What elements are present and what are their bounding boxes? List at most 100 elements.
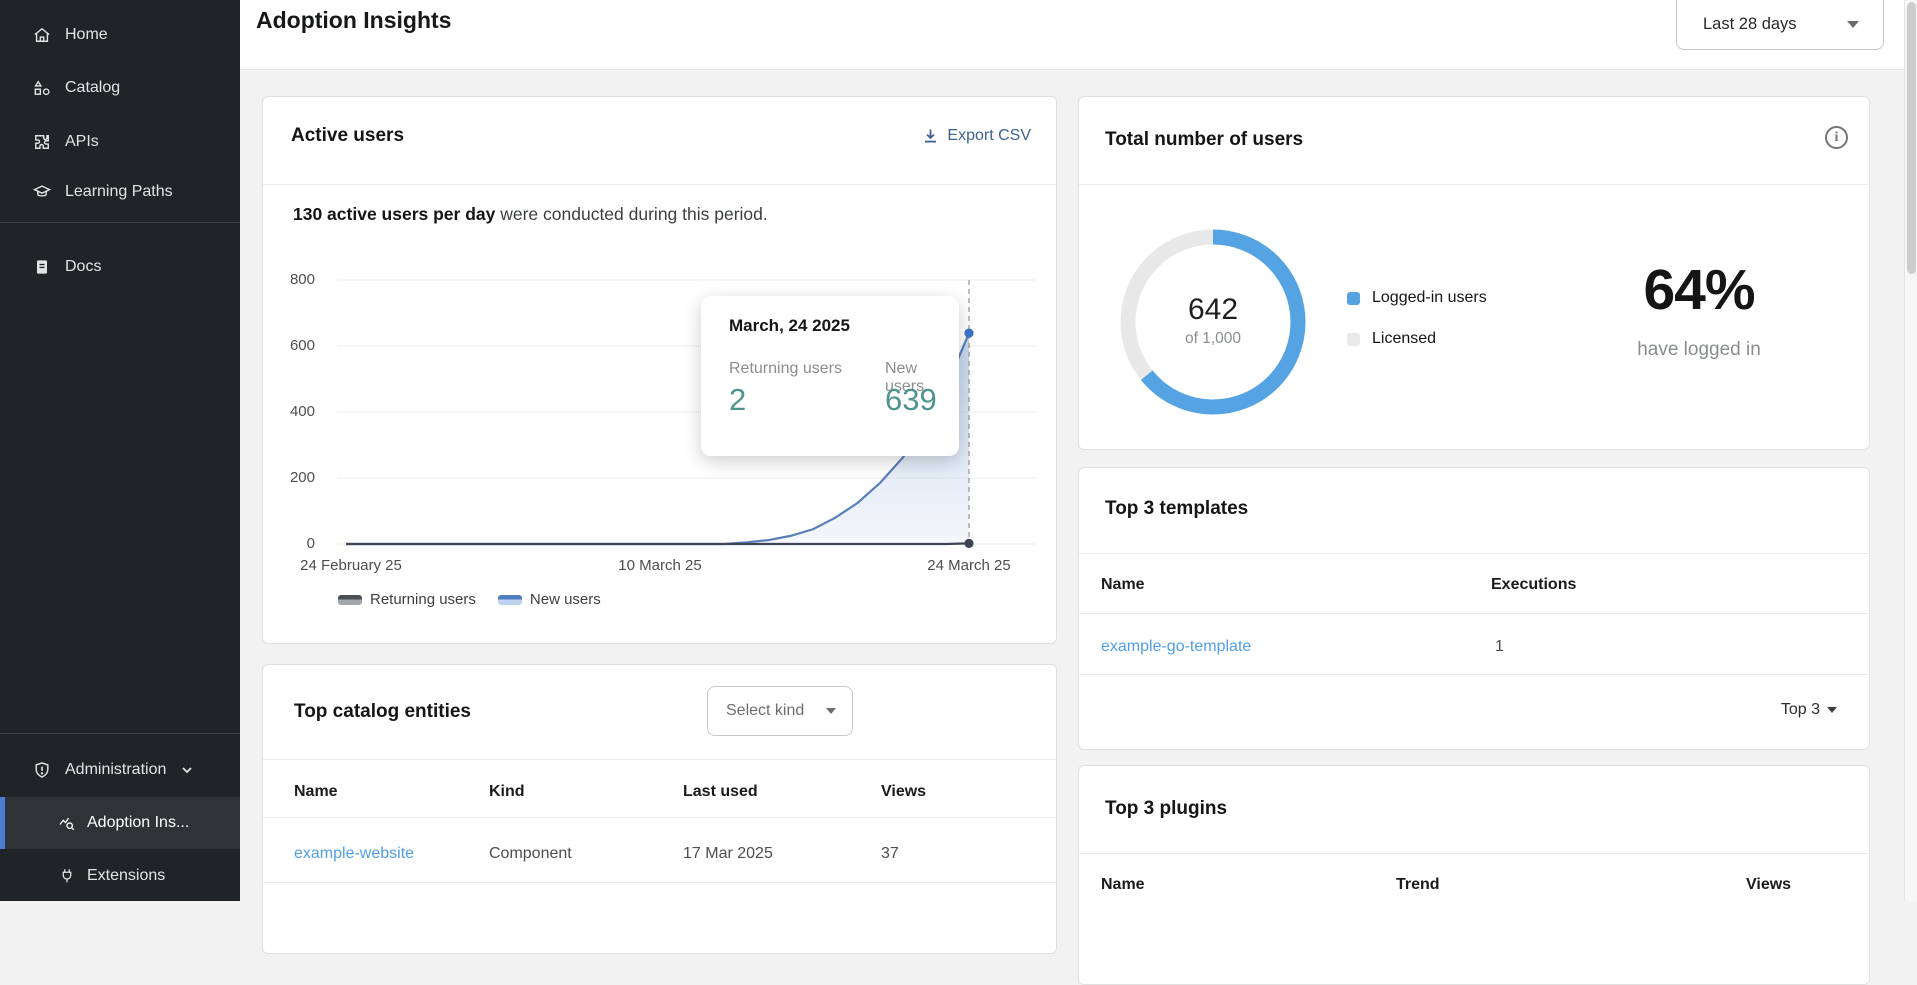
x-tick-1: 24 February 25 [286,557,416,574]
donut-center-label: 642 of 1,000 [1113,293,1313,348]
new-users-swatch [498,595,522,605]
percent-value: 64% [1569,257,1829,323]
sidebar-item-label: Adoption Ins... [87,814,189,832]
table-divider [263,817,1056,818]
donut-subvalue: of 1,000 [1113,330,1313,348]
sidebar-divider [0,222,240,223]
sidebar-item-administration[interactable]: Administration [0,744,240,796]
col-header-executions[interactable]: Executions [1491,576,1576,594]
sidebar-item-label: Learning Paths [65,183,173,201]
sidebar-item-home[interactable]: Home [0,9,240,61]
select-kind-label: Select kind [726,702,804,720]
page-header: Adoption Insights Last 28 days [240,0,1904,70]
table-divider [1079,613,1869,614]
legend-item-new[interactable]: New users [498,591,601,608]
table-divider [1079,674,1869,675]
active-item-indicator [0,797,5,849]
donut-value: 642 [1113,293,1313,327]
date-range-select[interactable]: Last 28 days [1676,0,1884,50]
card-divider [263,759,1056,760]
scrollbar-thumb[interactable] [1907,2,1916,274]
top-catalog-entities-card: Top catalog entities Select kind Name Ki… [262,664,1057,954]
top-templates-card: Top 3 templates Name Executions example-… [1078,467,1870,750]
catalog-entity-link[interactable]: example-website [294,845,414,863]
content-area: Active users Export CSV 130 active users… [240,70,1904,901]
col-header-name[interactable]: Name [1101,876,1145,894]
col-header-views[interactable]: Views [881,783,926,801]
sidebar-item-label: Docs [65,258,101,276]
donut-legend-label: Licensed [1372,330,1436,348]
logged-in-percent: 64% have logged in [1569,257,1829,361]
donut-legend-licensed: Licensed [1347,330,1436,348]
sidebar-item-apis[interactable]: APIs [0,116,240,168]
sidebar-divider [0,733,240,734]
chevron-down-icon [1827,707,1837,713]
sidebar: Home Catalog APIs Learning Paths Docs [0,0,240,901]
card-divider [1079,853,1869,854]
legend-item-returning[interactable]: Returning users [338,591,476,608]
x-tick-2: 10 March 25 [595,557,725,574]
select-kind-dropdown[interactable]: Select kind [707,686,853,736]
legend-label: New users [530,591,601,608]
col-header-name[interactable]: Name [294,783,338,801]
page-title: Adoption Insights [256,7,451,34]
col-header-last-used[interactable]: Last used [683,783,758,801]
col-header-views[interactable]: Views [1746,876,1791,894]
catalog-entity-views: 37 [881,845,899,863]
tooltip-date: March, 24 2025 [729,316,850,336]
date-range-value: Last 28 days [1703,15,1797,34]
sidebar-item-docs[interactable]: Docs [0,241,240,293]
docs-icon [32,257,52,277]
catalog-entity-last-used: 17 Mar 2025 [683,845,773,863]
chart-legend: Returning users New users [338,591,601,608]
donut-legend-label: Logged-in users [1372,289,1487,307]
sidebar-item-label: Administration [65,761,166,779]
chevron-down-icon [180,763,194,777]
home-icon [32,25,52,45]
adoption-insights-icon [58,814,76,832]
donut-legend-logged-in: Logged-in users [1347,289,1487,307]
top-3-pagination-select[interactable]: Top 3 [1781,701,1837,719]
percent-caption: have logged in [1569,339,1829,361]
active-users-card: Active users Export CSV 130 active users… [262,96,1057,644]
tooltip-returning-value: 2 [729,382,746,418]
chevron-down-icon [1847,21,1859,28]
administration-shield-icon [32,760,52,780]
table-divider [263,882,1056,883]
total-users-card: Total number of users i 642 of 1,000 Log… [1078,96,1870,450]
x-tick-3: 24 March 25 [904,557,1034,574]
legend-label: Returning users [370,591,476,608]
catalog-entity-kind: Component [489,845,572,863]
logged-in-swatch [1347,292,1360,305]
sidebar-item-adoption-insights[interactable]: Adoption Ins... [0,797,240,849]
window-scrollbar[interactable] [1904,0,1917,901]
catalog-icon [32,78,52,98]
extensions-plug-icon [58,867,76,885]
col-header-kind[interactable]: Kind [489,783,525,801]
chart-tooltip: March, 24 2025 Returning users New users… [701,296,959,456]
card-title: Top catalog entities [294,701,471,723]
api-icon [32,132,52,152]
sidebar-item-label: Home [65,26,108,44]
learning-paths-icon [32,182,52,202]
col-header-name[interactable]: Name [1101,576,1145,594]
template-link[interactable]: example-go-template [1101,638,1251,656]
returning-users-swatch [338,595,362,605]
sidebar-item-label: APIs [65,133,99,151]
sidebar-item-learning-paths[interactable]: Learning Paths [0,166,240,218]
card-divider [1079,553,1869,554]
template-executions: 1 [1495,638,1504,656]
sidebar-item-extensions[interactable]: Extensions [0,850,240,902]
sidebar-item-label: Extensions [87,867,165,885]
card-divider [1079,184,1869,185]
sidebar-item-label: Catalog [65,79,120,97]
col-header-trend[interactable]: Trend [1396,876,1440,894]
sidebar-item-catalog[interactable]: Catalog [0,62,240,114]
info-icon[interactable]: i [1825,126,1848,149]
chevron-down-icon [826,708,836,714]
card-title: Top 3 plugins [1105,798,1227,820]
top-plugins-card: Top 3 plugins Name Trend Views [1078,765,1870,985]
tooltip-new-value: 639 [885,382,937,418]
licensed-swatch [1347,333,1360,346]
card-title: Top 3 templates [1105,498,1248,520]
